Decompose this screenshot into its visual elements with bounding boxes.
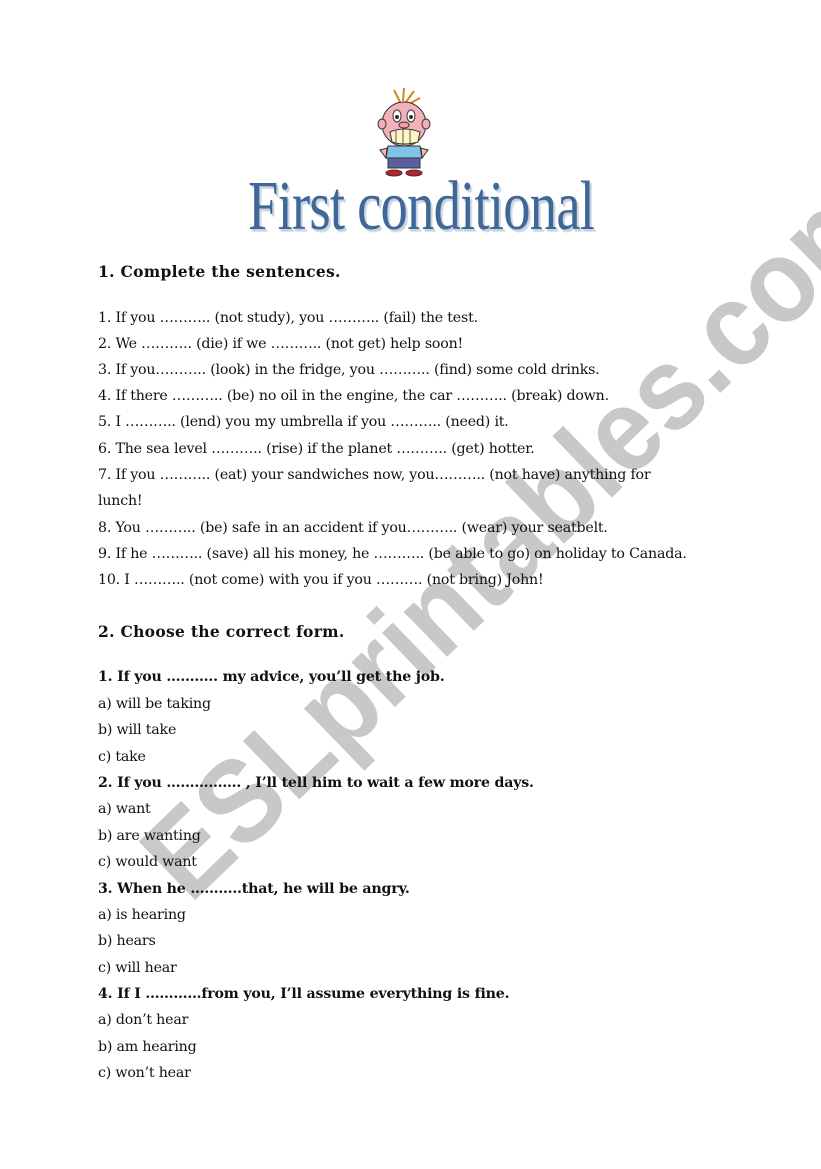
exercise-item: 5. I ……….. (lend) you my umbrella if you… (98, 414, 509, 430)
answer-option: c) take (98, 749, 146, 765)
page-title: First conditional (248, 168, 595, 245)
section-1-heading: 1. Complete the sentences. (98, 262, 341, 281)
answer-option: a) don’t hear (98, 1012, 189, 1028)
exercise-item: 2. We ……….. (die) if we ……….. (not get) … (98, 336, 464, 352)
question: 2. If you ……………. , I’ll tell him to wait… (98, 775, 534, 791)
exercise-item-continuation: lunch! (98, 493, 143, 509)
exercise-item: 3. If you……….. (look) in the fridge, you… (98, 362, 600, 378)
section-2-heading: 2. Choose the correct form. (98, 622, 345, 641)
answer-option: a) is hearing (98, 907, 186, 923)
question: 4. If I …………from you, I’ll assume everyt… (98, 986, 510, 1002)
worksheet-page: ESLprintables.com First conditional 1. C… (0, 0, 821, 1169)
question: 3. When he ………..that, he will be angry. (98, 881, 410, 897)
exercise-item: 7. If you ……….. (eat) your sandwiches no… (98, 467, 651, 483)
exercise-item: 8. You ……….. (be) safe in an accident if… (98, 520, 608, 536)
answer-option: a) will be taking (98, 696, 211, 712)
exercise-item: 10. I ……….. (not come) with you if you …… (98, 572, 544, 588)
answer-option: b) will take (98, 722, 177, 738)
exercise-item: 9. If he ……….. (save) all his money, he … (98, 546, 687, 562)
answer-option: b) hears (98, 933, 156, 949)
answer-option: a) want (98, 801, 151, 817)
answer-option: b) am hearing (98, 1039, 197, 1055)
exercise-item: 6. The sea level ……….. (rise) if the pla… (98, 441, 535, 457)
cartoon-boy-icon (377, 88, 431, 177)
answer-option: c) won’t hear (98, 1065, 191, 1081)
answer-option: c) would want (98, 854, 197, 870)
exercise-item: 1. If you ……….. (not study), you ……….. (… (98, 310, 478, 326)
answer-option: b) are wanting (98, 828, 201, 844)
exercise-item: 4. If there ……….. (be) no oil in the eng… (98, 388, 609, 404)
answer-option: c) will hear (98, 960, 177, 976)
question: 1. If you ……….. my advice, you’ll get th… (98, 669, 445, 685)
